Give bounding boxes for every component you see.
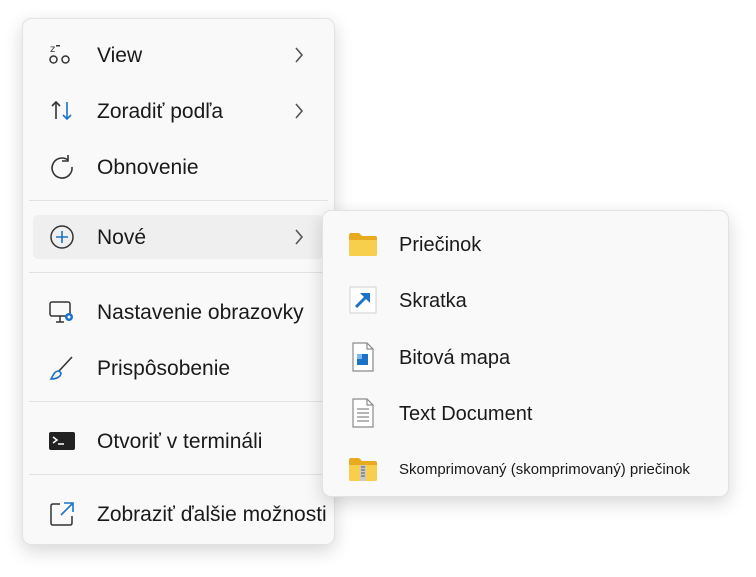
submenu-item-label: Priečinok (399, 234, 482, 256)
menu-item-label: Zoradiť podľa (97, 100, 224, 123)
chevron-right-icon (293, 101, 305, 121)
shortcut-icon (347, 284, 379, 316)
brush-icon (47, 353, 77, 383)
chevron-right-icon (293, 227, 305, 247)
submenu-item-shortcut[interactable]: Skratka (333, 278, 723, 322)
zip-folder-icon (347, 453, 379, 485)
menu-item-label: Zobraziť ďalšie možnosti (97, 503, 327, 526)
svg-text:z: z (50, 44, 55, 55)
folder-icon (347, 228, 379, 260)
menu-item-view[interactable]: z View (33, 33, 323, 77)
new-submenu: Priečinok Skratka Bitová mapa Text Docum… (322, 210, 729, 497)
terminal-icon (47, 426, 77, 456)
submenu-item-bitmap[interactable]: Bitová mapa (333, 335, 723, 379)
sort-icon (47, 96, 77, 126)
submenu-item-label: Text Document (399, 403, 533, 425)
chevron-right-icon (293, 45, 305, 65)
submenu-item-label: Skratka (399, 290, 467, 312)
submenu-item-label: Skomprimovaný (skomprimovaný) priečinok (399, 461, 690, 478)
menu-item-label: View (97, 44, 143, 67)
submenu-item-folder[interactable]: Priečinok (333, 222, 723, 266)
menu-item-open-terminal[interactable]: Otvoriť v termináli (33, 419, 323, 463)
context-menu: z View Zoradiť podľa Obnovenie Nové Nast… (22, 18, 335, 545)
menu-item-label: Obnovenie (97, 156, 199, 179)
submenu-item-label: Bitová mapa (399, 347, 511, 369)
display-settings-icon (47, 297, 77, 327)
more-options-icon (47, 499, 77, 529)
menu-item-label: Nové (97, 226, 147, 249)
menu-item-display-settings[interactable]: Nastavenie obrazovky (33, 290, 323, 334)
bitmap-icon (347, 341, 379, 373)
view-icon: z (47, 40, 77, 70)
menu-divider (29, 401, 328, 402)
menu-item-show-more-options[interactable]: Zobraziť ďalšie možnosti (33, 492, 327, 536)
refresh-icon (47, 152, 77, 182)
menu-item-new[interactable]: Nové (33, 215, 323, 259)
menu-divider (29, 200, 328, 201)
new-icon (47, 222, 77, 252)
submenu-item-zip-folder[interactable]: Skomprimovaný (skomprimovaný) priečinok (333, 447, 723, 491)
menu-item-personalize[interactable]: Prispôsobenie (33, 346, 323, 390)
menu-item-refresh[interactable]: Obnovenie (33, 145, 323, 189)
menu-divider (29, 474, 328, 475)
menu-item-sort-by[interactable]: Zoradiť podľa (33, 89, 323, 133)
menu-item-label: Nastavenie obrazovky (97, 301, 304, 324)
menu-item-label: Prispôsobenie (97, 357, 231, 380)
submenu-item-text-document[interactable]: Text Document (333, 391, 723, 435)
menu-divider (29, 272, 328, 273)
text-document-icon (347, 397, 379, 429)
menu-item-label: Otvoriť v termináli (97, 430, 263, 453)
